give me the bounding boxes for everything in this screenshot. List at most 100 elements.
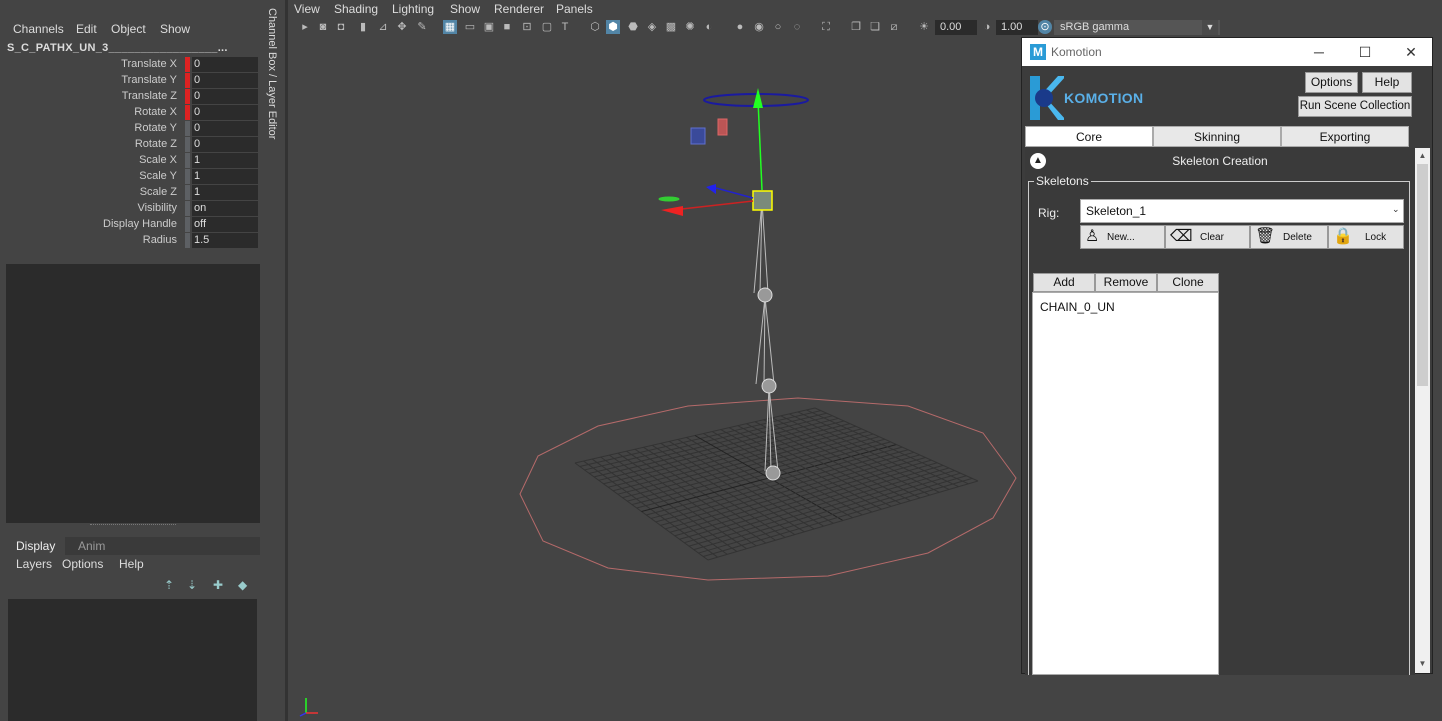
checker-icon[interactable]: ▩ bbox=[664, 20, 678, 34]
tab-exporting[interactable]: Exporting bbox=[1281, 126, 1409, 147]
menu-help[interactable]: Help bbox=[119, 557, 144, 571]
z-axis-arrow[interactable] bbox=[706, 184, 716, 194]
gate-mask-icon[interactable]: ■ bbox=[500, 20, 514, 34]
select-camera-icon[interactable]: ▸ bbox=[298, 20, 312, 34]
options-button[interactable]: Options bbox=[1305, 72, 1358, 93]
joint-4[interactable] bbox=[765, 465, 781, 481]
attribute-row[interactable]: Radius 1.5 bbox=[0, 233, 260, 248]
attribute-value-field[interactable]: on bbox=[192, 201, 258, 216]
wireframe-on-shaded-icon[interactable]: ⬣ bbox=[626, 20, 640, 34]
delete-skeleton-button[interactable]: 🗑 Delete bbox=[1250, 225, 1328, 249]
menu-channels[interactable]: Channels bbox=[13, 22, 64, 36]
color-space-select[interactable]: sRGB gamma bbox=[1054, 20, 1220, 35]
menu-shading[interactable]: Shading bbox=[334, 2, 378, 16]
gamma-field[interactable]: 1.00 bbox=[996, 20, 1038, 35]
joint-2[interactable] bbox=[757, 287, 773, 303]
new-layer-icon[interactable]: ✚ bbox=[213, 578, 223, 592]
backface-icon[interactable]: ⧄ bbox=[887, 20, 901, 34]
run-scene-collection-button[interactable]: Run Scene Collection bbox=[1298, 96, 1412, 117]
attribute-row[interactable]: Display Handle off bbox=[0, 217, 260, 232]
textured-icon[interactable]: ◈ bbox=[645, 20, 659, 34]
menu-object[interactable]: Object bbox=[111, 22, 146, 36]
menu-panels[interactable]: Panels bbox=[556, 2, 593, 16]
attribute-value-field[interactable]: 1 bbox=[192, 169, 258, 184]
clone-chain-button[interactable]: Clone bbox=[1157, 273, 1219, 292]
chevron-down-icon[interactable]: ⌄ bbox=[1392, 204, 1400, 215]
chain-list[interactable] bbox=[1032, 292, 1219, 675]
collapse-icon[interactable]: ▲ bbox=[1030, 153, 1046, 169]
komotion-titlebar[interactable]: M Komotion ─ ☐ ✕ bbox=[1022, 38, 1432, 66]
scroll-down-icon[interactable]: ▼ bbox=[1415, 656, 1430, 671]
anti-alias-icon[interactable]: ○ bbox=[771, 20, 785, 34]
remove-chain-button[interactable]: Remove bbox=[1095, 273, 1157, 292]
add-chain-button[interactable]: Add bbox=[1033, 273, 1095, 292]
scrollbar-thumb[interactable] bbox=[1417, 164, 1428, 386]
menu-lighting[interactable]: Lighting bbox=[392, 2, 434, 16]
rig-select[interactable]: Skeleton_1 bbox=[1080, 199, 1404, 223]
tab-core[interactable]: Core bbox=[1025, 126, 1153, 147]
ground-circle[interactable] bbox=[519, 397, 1017, 581]
motion-blur-icon[interactable]: ◉ bbox=[752, 20, 766, 34]
camera-icon[interactable]: ◙ bbox=[316, 20, 330, 34]
attribute-value-field[interactable]: 0 bbox=[192, 57, 258, 72]
help-button[interactable]: Help bbox=[1362, 72, 1412, 93]
new-skeleton-button[interactable]: ♙ New... bbox=[1080, 225, 1165, 249]
tab-anim[interactable]: Anim bbox=[68, 537, 115, 555]
menu-show-vp[interactable]: Show bbox=[450, 2, 480, 16]
move-layer-down-icon[interactable]: ⇣ bbox=[187, 578, 197, 592]
safe-title-icon[interactable]: T bbox=[558, 20, 572, 34]
attribute-value-field[interactable]: 0 bbox=[192, 121, 258, 136]
gamma-icon[interactable]: ◑ bbox=[980, 20, 994, 34]
resolution-gate-icon[interactable]: ▣ bbox=[482, 20, 496, 34]
attribute-row[interactable]: Translate Y 0 bbox=[0, 73, 260, 88]
two-d-pan-icon[interactable]: ✥ bbox=[395, 20, 409, 34]
exposure-icon[interactable]: ☀ bbox=[917, 20, 931, 34]
shadows-icon[interactable]: ◐ bbox=[702, 20, 716, 34]
lights-icon[interactable]: ✺ bbox=[683, 20, 697, 34]
attribute-value-field[interactable]: 1.5 bbox=[192, 233, 258, 248]
attribute-value-field[interactable]: 0 bbox=[192, 89, 258, 104]
list-item[interactable]: CHAIN_0_UN bbox=[1040, 300, 1115, 314]
menu-edit[interactable]: Edit bbox=[76, 22, 97, 36]
xray-icon[interactable]: ❐ bbox=[849, 20, 863, 34]
attribute-row[interactable]: Translate Z 0 bbox=[0, 89, 260, 104]
menu-show[interactable]: Show bbox=[160, 22, 190, 36]
tab-display[interactable]: Display bbox=[6, 537, 66, 555]
attribute-value-field[interactable]: 0 bbox=[192, 73, 258, 88]
depth-of-field-icon[interactable]: ◌ bbox=[790, 20, 804, 34]
locator-red[interactable] bbox=[717, 118, 728, 136]
menu-renderer[interactable]: Renderer bbox=[494, 2, 544, 16]
new-layer-selected-icon[interactable]: ◆ bbox=[238, 578, 247, 592]
attribute-value-field[interactable]: 1 bbox=[192, 153, 258, 168]
safe-action-icon[interactable]: ▢ bbox=[540, 20, 554, 34]
attribute-row[interactable]: Scale Z 1 bbox=[0, 185, 260, 200]
joint-chain[interactable] bbox=[753, 200, 779, 472]
menu-view[interactable]: View bbox=[294, 2, 320, 16]
tab-skinning[interactable]: Skinning bbox=[1153, 126, 1281, 147]
grease-pencil-icon[interactable]: ✎ bbox=[415, 20, 429, 34]
color-management-icon[interactable]: ⊙ bbox=[1038, 20, 1052, 34]
selected-joint[interactable] bbox=[752, 190, 773, 211]
field-chart-icon[interactable]: ⊡ bbox=[520, 20, 534, 34]
isolate-select-icon[interactable]: ⛶ bbox=[819, 20, 833, 34]
move-layer-up-icon[interactable]: ⇡ bbox=[164, 578, 174, 592]
joint-3[interactable] bbox=[761, 378, 777, 394]
minimize-icon[interactable]: ─ bbox=[1304, 42, 1334, 62]
locator-blue[interactable] bbox=[690, 127, 706, 145]
panel-splitter[interactable] bbox=[90, 524, 176, 528]
exposure-field[interactable]: 0.00 bbox=[935, 20, 977, 35]
xray-joints-icon[interactable]: ❏ bbox=[868, 20, 882, 34]
y-axis-arrow[interactable] bbox=[753, 88, 763, 108]
clear-skeleton-button[interactable]: ⌫ Clear bbox=[1165, 225, 1250, 249]
attribute-row[interactable]: Translate X 0 bbox=[0, 57, 260, 72]
attribute-row[interactable]: Rotate Z 0 bbox=[0, 137, 260, 152]
wireframe-icon[interactable]: ⬡ bbox=[588, 20, 602, 34]
lock-skeleton-button[interactable]: 🔒 Lock bbox=[1328, 225, 1404, 249]
menu-layers[interactable]: Layers bbox=[16, 557, 52, 571]
image-plane-icon[interactable]: ⊿ bbox=[376, 20, 390, 34]
attribute-row[interactable]: Scale Y 1 bbox=[0, 169, 260, 184]
x-axis-arrow[interactable] bbox=[661, 206, 683, 216]
attribute-row[interactable]: Rotate Y 0 bbox=[0, 121, 260, 136]
ambient-occlusion-icon[interactable]: ● bbox=[733, 20, 747, 34]
scroll-up-icon[interactable]: ▲ bbox=[1415, 148, 1430, 163]
